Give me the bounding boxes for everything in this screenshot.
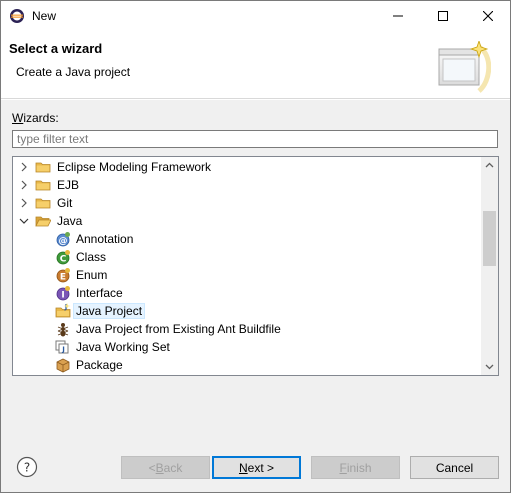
svg-text:I: I xyxy=(61,291,64,301)
tree-item-ejb[interactable]: EJB xyxy=(13,176,481,194)
back-prefix: < xyxy=(148,460,156,475)
svg-text:C: C xyxy=(60,255,67,265)
chevron-up-icon xyxy=(485,162,494,168)
finish-button[interactable]: Finish xyxy=(311,456,400,479)
tree-scrollbar[interactable] xyxy=(481,157,498,375)
tree-item-package[interactable]: Package xyxy=(13,356,481,374)
tree-item-label: Java Project from Existing Ant Buildfile xyxy=(76,322,281,336)
window-title: New xyxy=(32,9,57,23)
tree-item-git[interactable]: Git xyxy=(13,194,481,212)
folder-open-icon xyxy=(35,216,51,227)
tree-item-eclipse-modeling-framework[interactable]: Eclipse Modeling Framework xyxy=(13,158,481,176)
folder-icon xyxy=(35,162,51,173)
tree-item-label: Class xyxy=(76,250,107,264)
wizards-label: Wizards: xyxy=(12,111,59,125)
folder-icon xyxy=(35,198,51,209)
cancel-button[interactable]: Cancel xyxy=(410,456,499,479)
wizard-banner: Select a wizard Create a Java project xyxy=(1,31,510,99)
maximize-button[interactable] xyxy=(420,1,465,31)
tree-item-label: Java Project xyxy=(72,303,146,319)
package-icon xyxy=(56,358,70,373)
title-bar: New xyxy=(1,1,510,31)
chevron-right-icon[interactable] xyxy=(19,162,29,172)
chevron-right-icon[interactable] xyxy=(19,180,29,190)
svg-text:@: @ xyxy=(59,237,68,247)
back-label-rest: ack xyxy=(163,460,183,475)
annotation-icon: @ xyxy=(56,232,70,247)
maximize-icon xyxy=(437,11,448,21)
new-wizard-dialog: New Select a wizard Create a Java projec… xyxy=(0,0,511,493)
back-button[interactable]: < Back xyxy=(121,456,210,479)
tree-item-label: Package xyxy=(76,358,123,372)
folder-icon xyxy=(35,180,51,191)
tree-item-label: Interface xyxy=(76,286,123,300)
tree-item-label: Java xyxy=(57,214,83,228)
next-button[interactable]: Next > xyxy=(212,456,301,479)
tree-item-annotation[interactable]: @ Annotation xyxy=(13,230,481,248)
chevron-down-icon[interactable] xyxy=(19,216,29,226)
help-icon[interactable]: ? xyxy=(16,456,38,478)
working-set-icon: J xyxy=(55,340,69,354)
tree-item-java-working-set[interactable]: J Java Working Set xyxy=(13,338,481,356)
tree-item-class[interactable]: C Class xyxy=(13,248,481,266)
interface-icon: I xyxy=(56,286,70,301)
tree-item-java[interactable]: Java xyxy=(13,212,481,230)
minimize-icon xyxy=(392,15,403,17)
cancel-label: Cancel xyxy=(435,460,474,475)
eclipse-icon xyxy=(10,9,24,23)
next-label-rest: ext > xyxy=(247,460,275,475)
filter-input[interactable] xyxy=(12,130,498,148)
close-icon xyxy=(482,11,493,21)
tree-item-label: Git xyxy=(57,196,73,210)
tree-item-enum[interactable]: E Enum xyxy=(13,266,481,284)
chevron-down-icon xyxy=(485,364,494,370)
tree-item-interface[interactable]: I Interface xyxy=(13,284,481,302)
ant-icon xyxy=(57,323,69,337)
scroll-up-button[interactable] xyxy=(481,157,498,174)
finish-label-rest: inish xyxy=(346,460,372,475)
wizards-label-mnemonic: W xyxy=(12,111,24,125)
chevron-right-icon[interactable] xyxy=(19,198,29,208)
page-title: Select a wizard xyxy=(9,41,103,56)
scroll-down-button[interactable] xyxy=(481,358,498,375)
banner-separator xyxy=(1,99,510,100)
wizards-label-text: izards: xyxy=(23,111,59,125)
next-mnemonic: N xyxy=(238,460,248,475)
tree-item-label: EJB xyxy=(57,178,80,192)
finish-mnemonic: F xyxy=(339,460,347,475)
java-project-icon: J xyxy=(55,303,71,318)
tree-item-java-project[interactable]: J Java Project xyxy=(13,302,481,320)
svg-text:J: J xyxy=(61,346,65,354)
wizard-tree[interactable]: Eclipse Modeling Framework EJB Git Java xyxy=(12,156,499,376)
scroll-thumb[interactable] xyxy=(483,211,496,266)
enum-icon: E xyxy=(56,268,70,283)
tree-item-label: Annotation xyxy=(76,232,134,246)
page-description: Create a Java project xyxy=(16,65,131,79)
wizard-banner-icon xyxy=(438,41,491,93)
class-icon: C xyxy=(56,250,70,265)
back-mnemonic: B xyxy=(155,460,164,475)
tree-item-label: Eclipse Modeling Framework xyxy=(57,160,212,174)
minimize-button[interactable] xyxy=(375,1,420,31)
tree-item-java-project-from-ant[interactable]: Java Project from Existing Ant Buildfile xyxy=(13,320,481,338)
svg-text:E: E xyxy=(60,273,66,283)
close-button[interactable] xyxy=(465,1,510,31)
tree-item-label: Java Working Set xyxy=(76,340,170,354)
tree-item-label: Enum xyxy=(76,268,108,282)
svg-text:?: ? xyxy=(24,461,30,475)
